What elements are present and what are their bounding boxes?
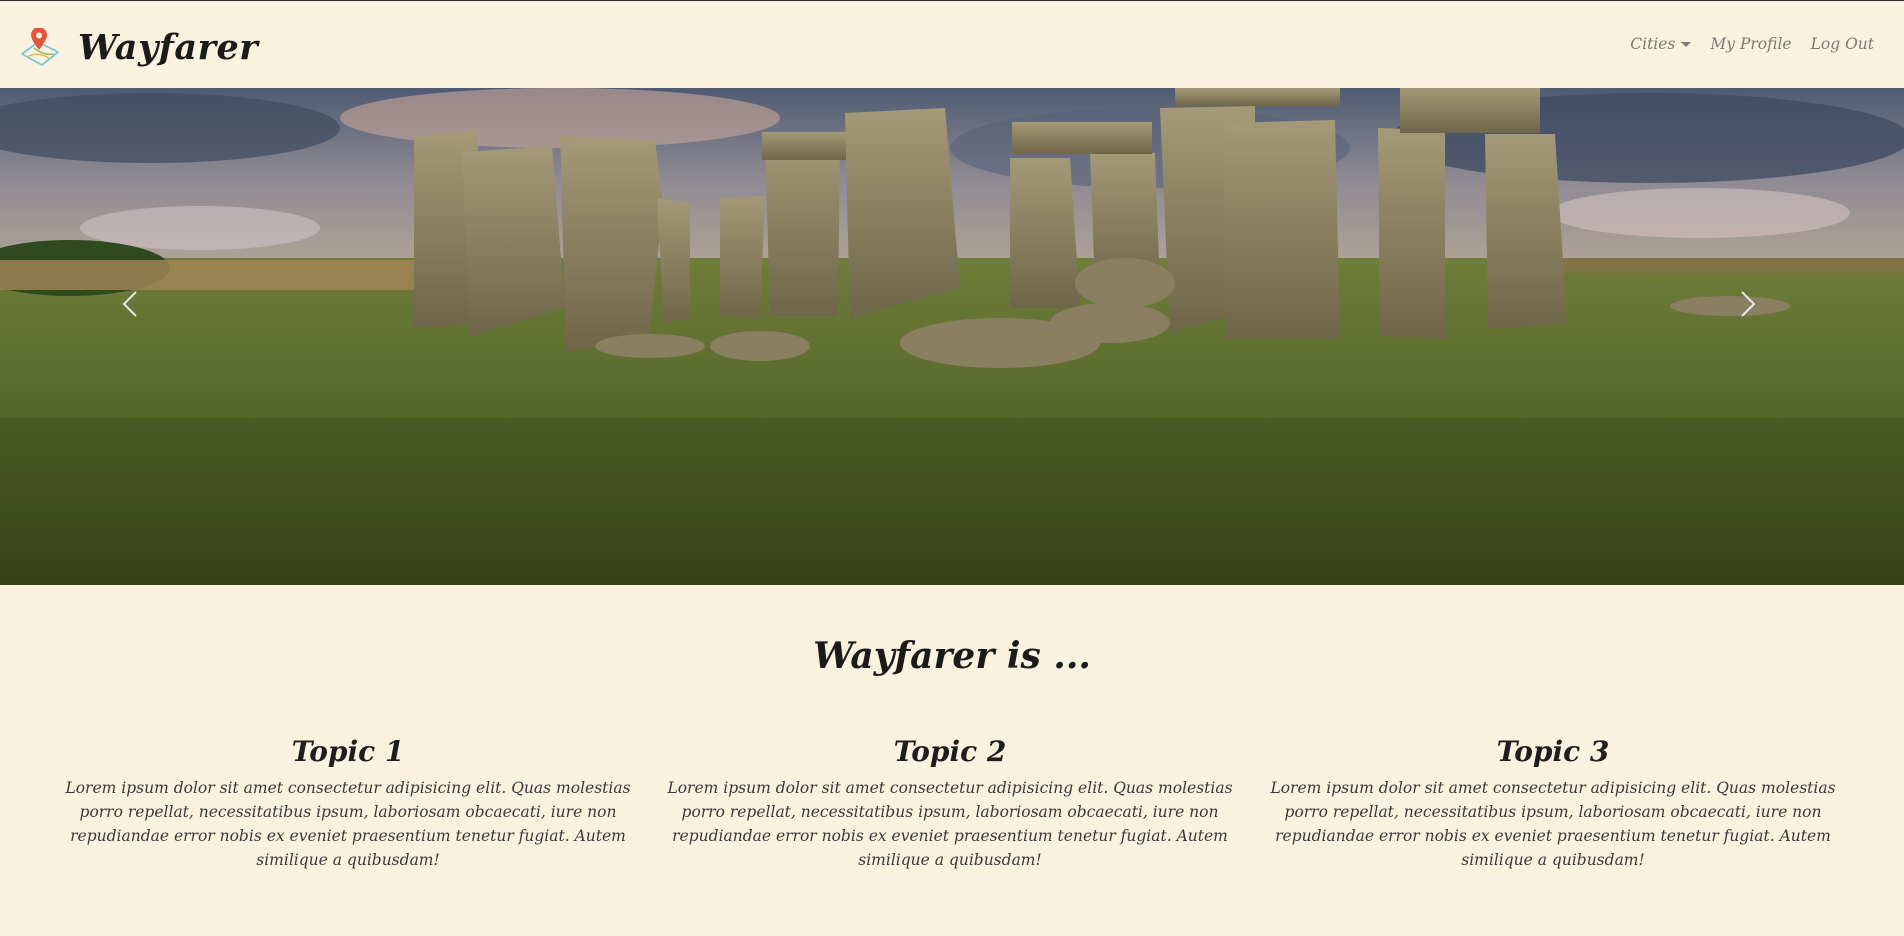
topic-text: Lorem ipsum dolor sit amet consectetur a… <box>1270 779 1836 869</box>
topic-card: Topic 3 Lorem ipsum dolor sit amet conse… <box>1268 735 1838 872</box>
my-profile-link[interactable]: My Profile <box>1710 35 1791 53</box>
caret-down-icon <box>1681 41 1692 47</box>
log-out-link[interactable]: Log Out <box>1811 35 1874 53</box>
cities-label: Cities <box>1630 35 1676 53</box>
topic-title: Topic 2 <box>893 735 1007 768</box>
topic-card: Topic 1 Lorem ipsum dolor sit amet conse… <box>63 735 633 872</box>
map-pin-icon <box>21 27 59 66</box>
nav-links: Cities My Profile Log Out <box>1611 35 1874 53</box>
about-title: Wayfarer is ... <box>813 635 1091 677</box>
hero-carousel <box>0 88 1904 585</box>
chevron-left-icon <box>122 291 137 317</box>
carousel-next-button[interactable] <box>1740 290 1780 350</box>
brand-name: Wayfarer <box>78 27 259 68</box>
chevron-right-icon <box>1741 291 1756 317</box>
topic-text: Lorem ipsum dolor sit amet consectetur a… <box>667 779 1233 869</box>
cities-dropdown[interactable]: Cities <box>1630 35 1692 53</box>
topic-title: Topic 3 <box>1496 735 1610 768</box>
carousel-prev-button[interactable] <box>122 290 162 350</box>
topic-card: Topic 2 Lorem ipsum dolor sit amet conse… <box>665 735 1235 872</box>
brand-link[interactable]: Wayfarer <box>18 27 258 68</box>
stonehenge-image <box>0 88 1904 585</box>
navbar: Wayfarer Cities My Profile Log Out <box>0 1 1904 88</box>
topic-title: Topic 1 <box>291 735 405 768</box>
topic-text: Lorem ipsum dolor sit amet consectetur a… <box>65 779 631 869</box>
